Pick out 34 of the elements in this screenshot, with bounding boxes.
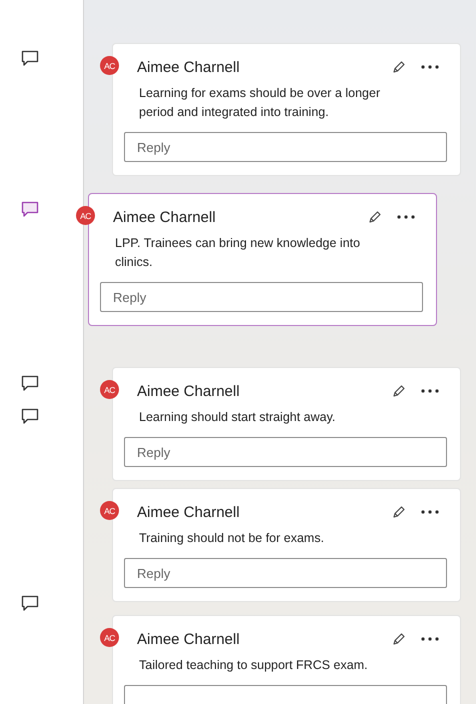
- reply-field[interactable]: Reply: [124, 132, 447, 162]
- reply-field[interactable]: Reply: [100, 282, 423, 312]
- avatar: AC: [76, 206, 95, 225]
- avatar: AC: [100, 56, 119, 75]
- comment-text: Learning for exams should be over a longer period and integrated into training.: [139, 85, 382, 121]
- comment-icon[interactable]: [21, 201, 39, 218]
- comment-icon[interactable]: [21, 595, 39, 612]
- edit-icon[interactable]: [392, 60, 405, 74]
- more-icon[interactable]: [421, 510, 439, 514]
- comment-icon[interactable]: [21, 50, 39, 67]
- reply-field[interactable]: Reply: [124, 437, 447, 467]
- author-name: Aimee Charnell: [113, 208, 217, 226]
- comment-text: LPP. Trainees can bring new knowledge into clinics.: [115, 235, 362, 271]
- comment-text: Learning should start straight away.: [139, 409, 336, 426]
- more-icon[interactable]: [421, 65, 439, 69]
- edit-icon[interactable]: [368, 210, 381, 224]
- comment-text: Training should not be for exams.: [139, 530, 326, 547]
- author-name: Aimee Charnell: [137, 58, 241, 76]
- edit-icon[interactable]: [392, 632, 405, 646]
- author-name: Aimee Charnell: [137, 504, 241, 520]
- reply-field[interactable]: Reply: [124, 558, 447, 588]
- more-icon[interactable]: [421, 637, 439, 641]
- author-name: Aimee Charnell: [137, 382, 241, 400]
- edit-icon[interactable]: [392, 506, 405, 518]
- avatar: AC: [100, 380, 119, 399]
- comment-text: Tailored teaching to support FRCS exam.: [139, 657, 369, 674]
- comment-icon[interactable]: [21, 375, 39, 392]
- more-icon[interactable]: [421, 389, 439, 393]
- more-icon[interactable]: [397, 215, 415, 219]
- avatar: AC: [100, 628, 119, 647]
- avatar: AC: [100, 501, 119, 520]
- author-name: Aimee Charnell: [137, 630, 241, 648]
- comment-icon[interactable]: [21, 408, 39, 425]
- edit-icon[interactable]: [392, 384, 405, 398]
